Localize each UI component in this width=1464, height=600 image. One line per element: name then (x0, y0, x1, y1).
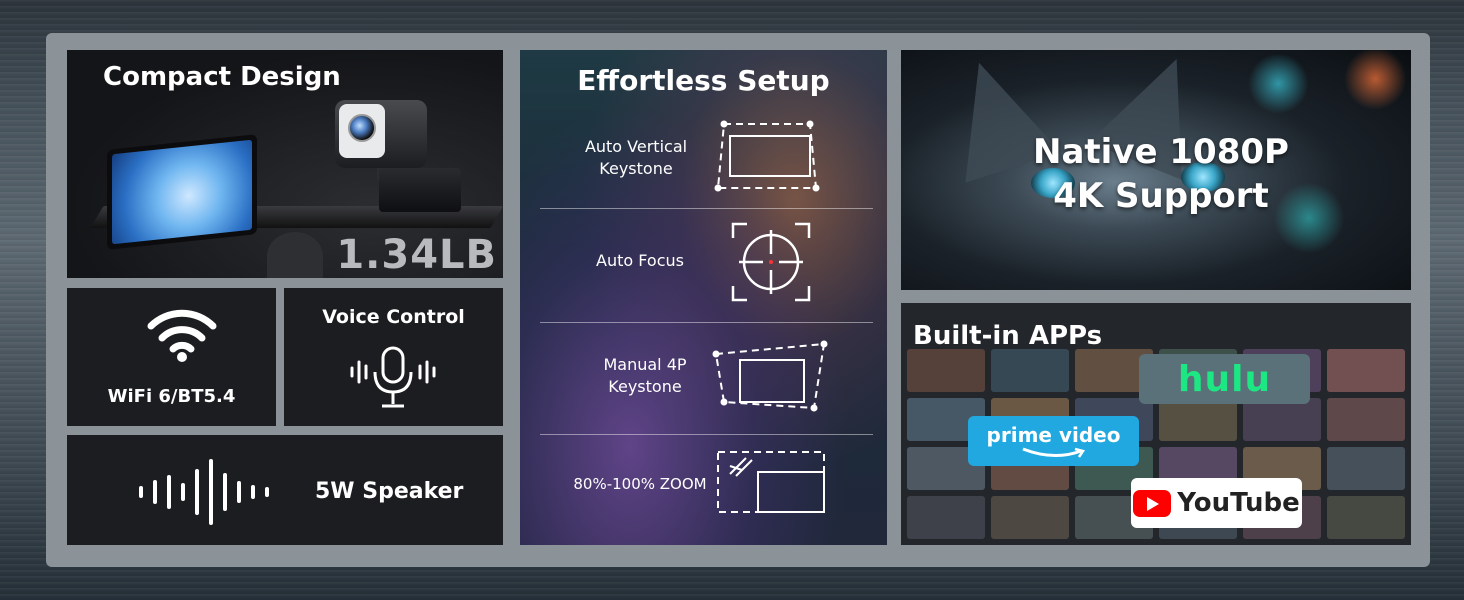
four-point-keystone-icon (712, 340, 828, 412)
effortless-setup-card: Effortless Setup Auto Vertical Keystone … (520, 50, 887, 545)
voice-control-card: Voice Control (284, 288, 503, 426)
setup-row-label: 80%-100% ZOOM (573, 475, 707, 493)
weight-value: 1.34LB (336, 232, 497, 278)
youtube-text: YouTube (1177, 488, 1300, 518)
microphone-icon (350, 346, 436, 408)
setup-divider (540, 322, 873, 323)
compact-design-card: Compact Design 1.34LB (67, 50, 503, 278)
speaker-label: 5W Speaker (315, 479, 464, 504)
zoom-icon (717, 451, 825, 513)
voice-control-label: Voice Control (322, 306, 465, 328)
stand-wheel (267, 232, 323, 278)
setup-row-label: Auto Focus (596, 251, 684, 270)
prime-video-text: prime video (986, 423, 1121, 447)
wifi-icon (147, 309, 217, 362)
setup-row-label: Manual 4P Keystone (603, 355, 687, 396)
setup-divider (540, 434, 873, 435)
wifi-label: WiFi 6/BT5.4 (107, 386, 236, 407)
sound-wave-icon (139, 459, 269, 525)
projector-base (379, 168, 461, 212)
wifi-card: WiFi 6/BT5.4 (67, 288, 276, 426)
amazon-smile-icon (1021, 447, 1085, 458)
speaker-card: 5W Speaker (67, 435, 503, 545)
resolution-line-1: Native 1080P (1033, 132, 1289, 172)
hulu-logo: hulu (1139, 354, 1310, 404)
setup-divider (540, 208, 873, 209)
setup-row-label: Auto Vertical Keystone (584, 137, 688, 178)
apps-title: Built-in APPs (913, 321, 1103, 351)
prime-video-logo: prime video (968, 416, 1139, 466)
vertical-keystone-icon (714, 120, 820, 192)
projector-lens-icon (348, 114, 376, 142)
resolution-text: Native 1080P 4K Support (1016, 130, 1306, 218)
native-1080p-card: Native 1080P 4K Support (901, 50, 1411, 290)
compact-design-title: Compact Design (103, 62, 341, 92)
youtube-play-icon (1133, 489, 1172, 517)
resolution-line-2: 4K Support (1053, 176, 1269, 216)
focus-crosshair-icon (731, 222, 811, 302)
tablet-image (107, 134, 257, 250)
setup-title: Effortless Setup (577, 64, 830, 97)
youtube-logo: YouTube (1131, 478, 1302, 528)
hulu-text: hulu (1177, 358, 1272, 400)
